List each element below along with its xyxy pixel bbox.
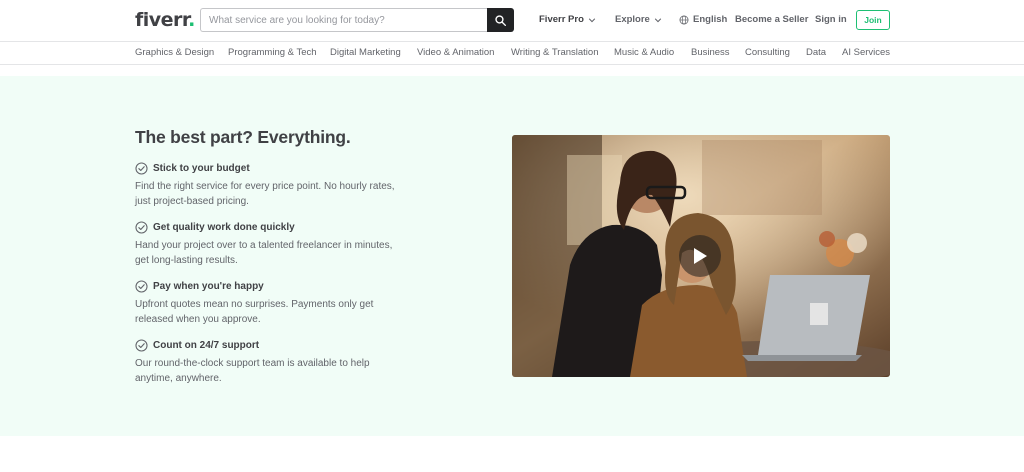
play-icon	[694, 248, 707, 264]
top-header: fiverr. Fiverr Pro Explore English Becom…	[0, 0, 1024, 41]
language-selector[interactable]: English	[679, 14, 727, 25]
feature-description: Hand your project over to a talented fre…	[135, 240, 393, 266]
feature-item: Count on 24/7 support Our round-the-cloc…	[135, 339, 405, 386]
category-nav: Graphics & Design Programming & Tech Dig…	[0, 41, 1024, 65]
feature-item: Stick to your budget Find the right serv…	[135, 162, 405, 209]
page-footer-space	[0, 436, 1024, 472]
section-title: The best part? Everything.	[135, 127, 351, 147]
feature-title: Stick to your budget	[153, 163, 250, 174]
category-graphics-design[interactable]: Graphics & Design	[135, 47, 214, 58]
explore-label: Explore	[615, 14, 650, 25]
search-bar	[200, 8, 514, 32]
chevron-down-icon	[588, 17, 596, 22]
chevron-down-icon	[654, 17, 662, 22]
check-circle-icon	[135, 221, 148, 234]
feature-description: Upfront quotes mean no surprises. Paymen…	[135, 299, 374, 325]
language-label: English	[693, 14, 728, 25]
become-seller-label: Become a Seller	[735, 14, 809, 25]
check-circle-icon	[135, 280, 148, 293]
explore-menu[interactable]: Explore	[615, 14, 662, 25]
category-business[interactable]: Business	[691, 47, 730, 58]
sign-in-link[interactable]: Sign in	[815, 14, 847, 25]
feature-title: Pay when you're happy	[153, 281, 264, 292]
feature-item: Get quality work done quickly Hand your …	[135, 221, 405, 268]
feature-description: Find the right service for every price p…	[135, 181, 395, 207]
search-button[interactable]	[487, 8, 514, 32]
category-data[interactable]: Data	[806, 47, 826, 58]
check-circle-icon	[135, 162, 148, 175]
category-writing-translation[interactable]: Writing & Translation	[511, 47, 598, 58]
search-input[interactable]	[200, 8, 487, 32]
video-player[interactable]	[512, 135, 890, 377]
category-video-animation[interactable]: Video & Animation	[417, 47, 494, 58]
feature-title: Get quality work done quickly	[153, 222, 295, 233]
search-icon	[495, 14, 506, 26]
feature-description: Our round-the-clock support team is avai…	[135, 358, 370, 384]
fiverr-logo[interactable]: fiverr.	[135, 9, 195, 31]
become-seller-link[interactable]: Become a Seller	[735, 14, 808, 25]
category-consulting[interactable]: Consulting	[745, 47, 790, 58]
feature-title: Count on 24/7 support	[153, 340, 260, 351]
fiverr-pro-label: Fiverr Pro	[539, 14, 584, 25]
value-prop-section: The best part? Everything. Stick to your…	[0, 76, 1024, 436]
feature-item: Pay when you're happy Upfront quotes mea…	[135, 280, 405, 327]
category-music-audio[interactable]: Music & Audio	[614, 47, 674, 58]
play-button[interactable]	[679, 235, 721, 277]
fiverr-pro-menu[interactable]: Fiverr Pro	[539, 14, 596, 25]
check-circle-icon	[135, 339, 148, 352]
category-programming-tech[interactable]: Programming & Tech	[228, 47, 317, 58]
globe-icon	[679, 15, 689, 24]
join-button[interactable]: Join	[856, 10, 890, 30]
category-digital-marketing[interactable]: Digital Marketing	[330, 47, 401, 58]
category-ai-services[interactable]: AI Services	[842, 47, 890, 58]
sign-in-label: Sign in	[815, 14, 847, 25]
